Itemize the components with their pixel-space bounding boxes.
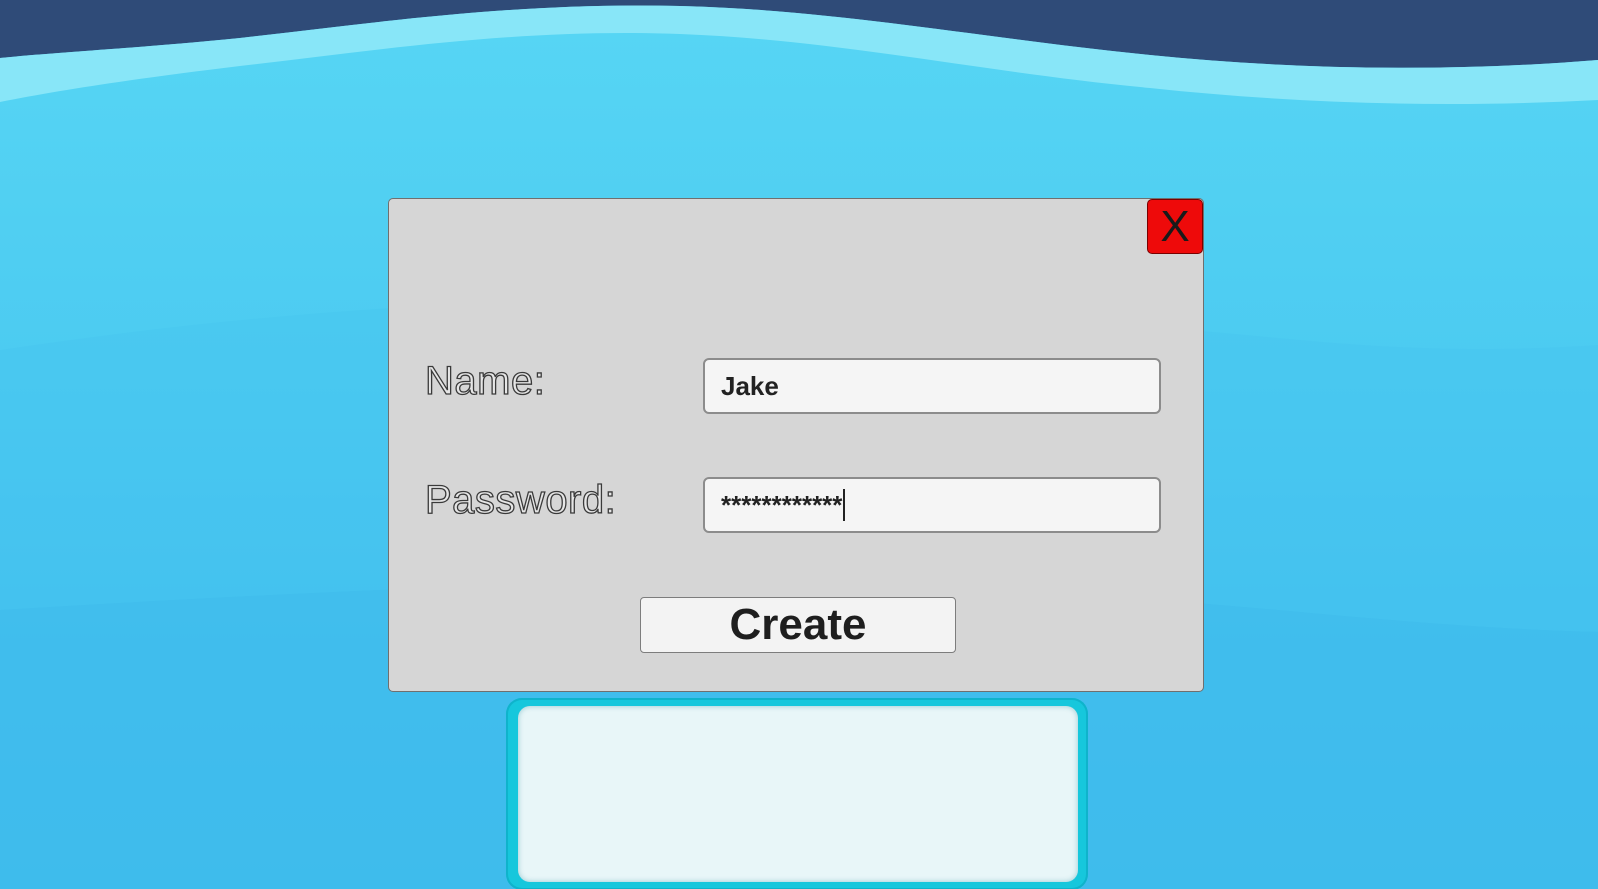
create-account-dialog: X Name: Jake Password: ************ Crea… [388, 198, 1204, 692]
close-button[interactable]: X [1147, 199, 1203, 254]
name-input-value: Jake [721, 370, 779, 401]
message-panel [506, 698, 1088, 889]
text-caret [843, 489, 846, 521]
password-input-value: ************ [721, 489, 843, 520]
game-screen: X Name: Jake Password: ************ Crea… [0, 0, 1598, 889]
password-input[interactable]: ************ [703, 477, 1161, 533]
create-button[interactable]: Create [640, 597, 956, 653]
name-label: Name: [424, 358, 546, 403]
password-label: Password: [424, 477, 617, 522]
message-panel-content [518, 706, 1078, 882]
name-input[interactable]: Jake [703, 358, 1161, 414]
